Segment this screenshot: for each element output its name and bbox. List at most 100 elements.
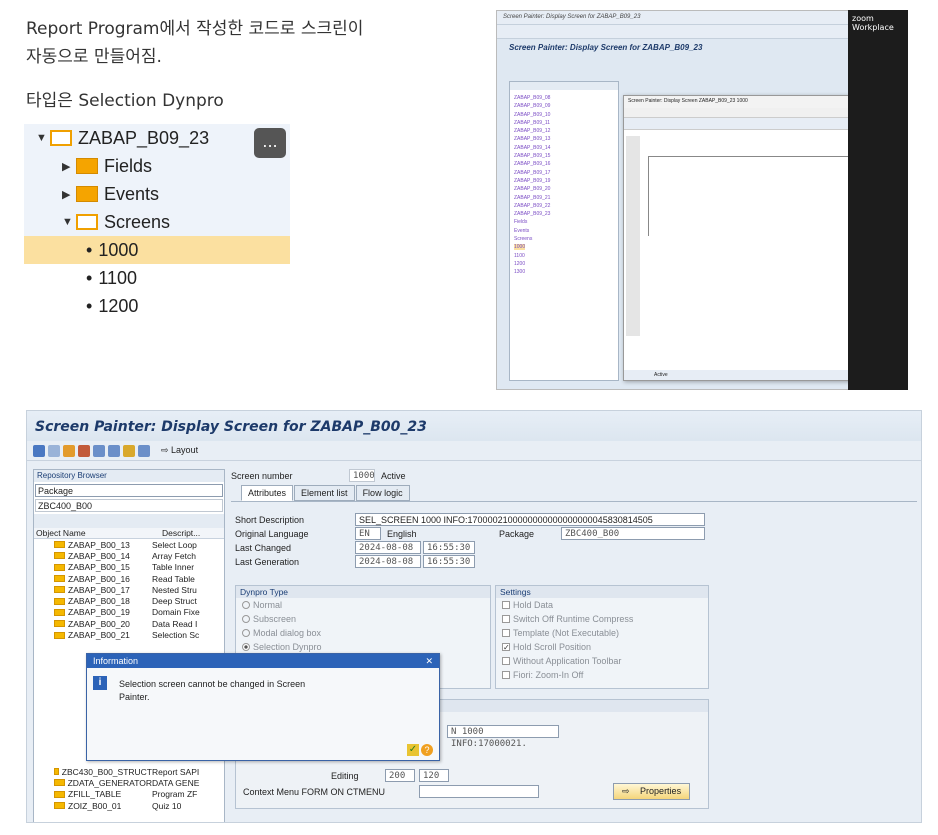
row-desc: DATA GENE	[152, 777, 200, 788]
tree-row[interactable]: ZABAP_B00_16 Read Table	[34, 573, 224, 584]
setting-template[interactable]: Template (Not Executable)	[496, 626, 708, 640]
row-desc: Report SAPI	[152, 766, 200, 777]
last-changed-date: 2024-08-08	[355, 541, 421, 554]
tree-row[interactable]: ZABAP_B00_13 Select Loop	[34, 539, 224, 550]
type-subscreen[interactable]: Subscreen	[236, 612, 490, 626]
tree-row[interactable]: ZABAP_B00_18 Deep Struct	[34, 595, 224, 606]
repo-browser-header: Repository Browser	[34, 470, 224, 482]
row-name: ZDATA_GENERATOR	[67, 777, 152, 788]
screen-number-field: 1000	[349, 469, 375, 482]
more-options-button[interactable]: ...	[254, 128, 286, 158]
tree-row[interactable]: ZDATA_GENERATOR DATA GENE	[34, 777, 224, 788]
where-used-icon[interactable]	[108, 444, 120, 457]
folder-open-icon	[76, 214, 98, 230]
tree-row[interactable]: ZOIZ_B00_01 Quiz 10	[34, 800, 224, 811]
information-dialog: Information ✕ i Selection screen cannot …	[86, 653, 440, 761]
tree-screen-1000[interactable]: • 1000	[24, 236, 290, 264]
tree-node-fields[interactable]: ▶ Fields	[24, 152, 290, 180]
folder-icon	[76, 186, 98, 202]
expand-icon[interactable]: ▶	[62, 160, 76, 173]
tab-element-list[interactable]: Element list	[294, 485, 355, 501]
close-icon[interactable]: ✕	[425, 656, 433, 666]
row-name: ZABAP_B00_19	[68, 607, 130, 618]
tab-attributes[interactable]: Attributes	[241, 485, 294, 501]
other-object-icon[interactable]	[48, 444, 60, 457]
expand-icon[interactable]: ▶	[62, 188, 76, 201]
tree-screen-1200[interactable]: • 1200	[24, 292, 290, 320]
activate-icon[interactable]	[93, 444, 105, 457]
setting-fiori-zoom[interactable]: Fiori: Zoom-In Off	[496, 668, 708, 682]
screen-status: Active	[381, 471, 406, 481]
note-line-3: 타입은 Selection Dynpro	[26, 91, 224, 111]
tree-row[interactable]: ZABAP_B00_19 Domain Fixe	[34, 607, 224, 618]
context-menu-field[interactable]	[419, 785, 539, 798]
tree-row[interactable]: ZBC430_B00_STRUCT Report SAPI	[34, 766, 224, 777]
check-icon[interactable]	[78, 444, 90, 457]
row-desc: Array Fetch	[152, 550, 196, 561]
screen-1100-label: 1100	[98, 267, 138, 288]
info-icon: i	[93, 676, 107, 690]
note-line-2: 자동으로 만들어짐.	[26, 47, 162, 67]
note-line-1: Report Program에서 작성한 코드로 스크린이	[26, 19, 364, 39]
tree-screen-1100[interactable]: • 1100	[24, 264, 290, 292]
back-icon[interactable]	[33, 444, 45, 457]
tree-row[interactable]: ZABAP_B00_15 Table Inner	[34, 562, 224, 573]
tree-node-events[interactable]: ▶ Events	[24, 180, 290, 208]
tab-flow-logic[interactable]: Flow logic	[355, 485, 410, 501]
folder-open-icon	[50, 130, 72, 146]
tree-row[interactable]: ZABAP_B00_20 Data Read I	[34, 618, 224, 629]
screen-1200-label: 1200	[98, 295, 139, 316]
setting-label: Without Application Toolbar	[513, 656, 622, 666]
short-desc-field[interactable]: SEL_SCREEN 1000 INFO:1700002100000000000…	[355, 513, 705, 526]
collapse-icon[interactable]: ▼	[36, 132, 50, 144]
layout-button[interactable]: ⇨ Layout	[161, 445, 198, 456]
object-type-select[interactable]: Package	[35, 484, 223, 497]
package-input[interactable]: ZBC400_B00	[35, 499, 223, 512]
object-tree: ZABAP_B00_13 Select Loop ZABAP_B00_14 Arra…	[34, 539, 224, 641]
row-desc: Table Inner	[152, 562, 195, 573]
orig-lang-label: Original Language	[235, 529, 309, 539]
row-name: ZBC430_B00_STRUCT	[61, 766, 152, 777]
row-name: ZABAP_B00_18	[68, 596, 130, 607]
tree-row[interactable]: ZABAP_B00_17 Nested Stru	[34, 584, 224, 595]
tree-row[interactable]: ZABAP_B00_14 Array Fetch	[34, 550, 224, 561]
collapse-icon[interactable]: ▼	[62, 216, 76, 228]
row-desc: Data Read I	[152, 618, 198, 629]
settings-header: Settings	[496, 586, 708, 598]
info-icon[interactable]	[138, 444, 150, 457]
row-desc: Read Table	[152, 573, 195, 584]
setting-label: Switch Off Runtime Compress	[513, 614, 634, 624]
setting-hold-scroll[interactable]: ✓ Hold Scroll Position	[496, 640, 708, 654]
tree-events-label: Events	[104, 183, 160, 204]
tree-row[interactable]: ZFILL_TABLE Program ZF	[34, 789, 224, 800]
help-icon[interactable]: ?	[421, 744, 433, 756]
properties-button[interactable]: ⇨ Properties	[613, 783, 691, 800]
confirm-icon[interactable]: ✓	[407, 744, 419, 756]
row-name: ZABAP_B00_13	[68, 539, 130, 550]
type-modal[interactable]: Modal dialog box	[236, 626, 490, 640]
type-normal-label: Normal	[253, 600, 283, 610]
last-gen-label: Last Generation	[235, 557, 300, 567]
short-desc-label: Short Description	[235, 515, 305, 525]
type-normal[interactable]: Normal	[236, 598, 490, 612]
row-desc: Select Loop	[152, 539, 197, 550]
editing-field-1: 200	[385, 769, 415, 782]
toolbar: ⇨ Layout	[27, 441, 921, 461]
setting-hold-data[interactable]: Hold Data	[496, 598, 708, 612]
display-change-icon[interactable]	[63, 444, 75, 457]
row-name: ZABAP_B00_16	[68, 573, 130, 584]
hierarchy-icon[interactable]	[123, 444, 135, 457]
browser-toolbar	[34, 514, 224, 528]
type-selection[interactable]: Selection Dynpro	[236, 640, 490, 654]
tree-fields-label: Fields	[104, 155, 153, 176]
tree-row[interactable]: ZABAP_B00_21 Selection Sc	[34, 629, 224, 640]
setting-without-toolbar[interactable]: Without Application Toolbar	[496, 654, 708, 668]
small-title: Screen Painter: Display Screen for ZABAP…	[509, 43, 703, 52]
screen-number-label: Screen number	[231, 471, 293, 481]
context-menu-label: Context Menu FORM ON CTMENU	[243, 787, 386, 797]
small-screenshot: Screen Painter: Display Screen for ZABAP…	[496, 10, 908, 390]
tree-node-screens[interactable]: ▼ Screens	[24, 208, 290, 236]
setting-switch-off[interactable]: Switch Off Runtime Compress	[496, 612, 708, 626]
tab-strip: Attributes Element list Flow logic	[241, 485, 411, 501]
tree-root[interactable]: ▼ ZABAP_B09_23	[24, 124, 290, 152]
